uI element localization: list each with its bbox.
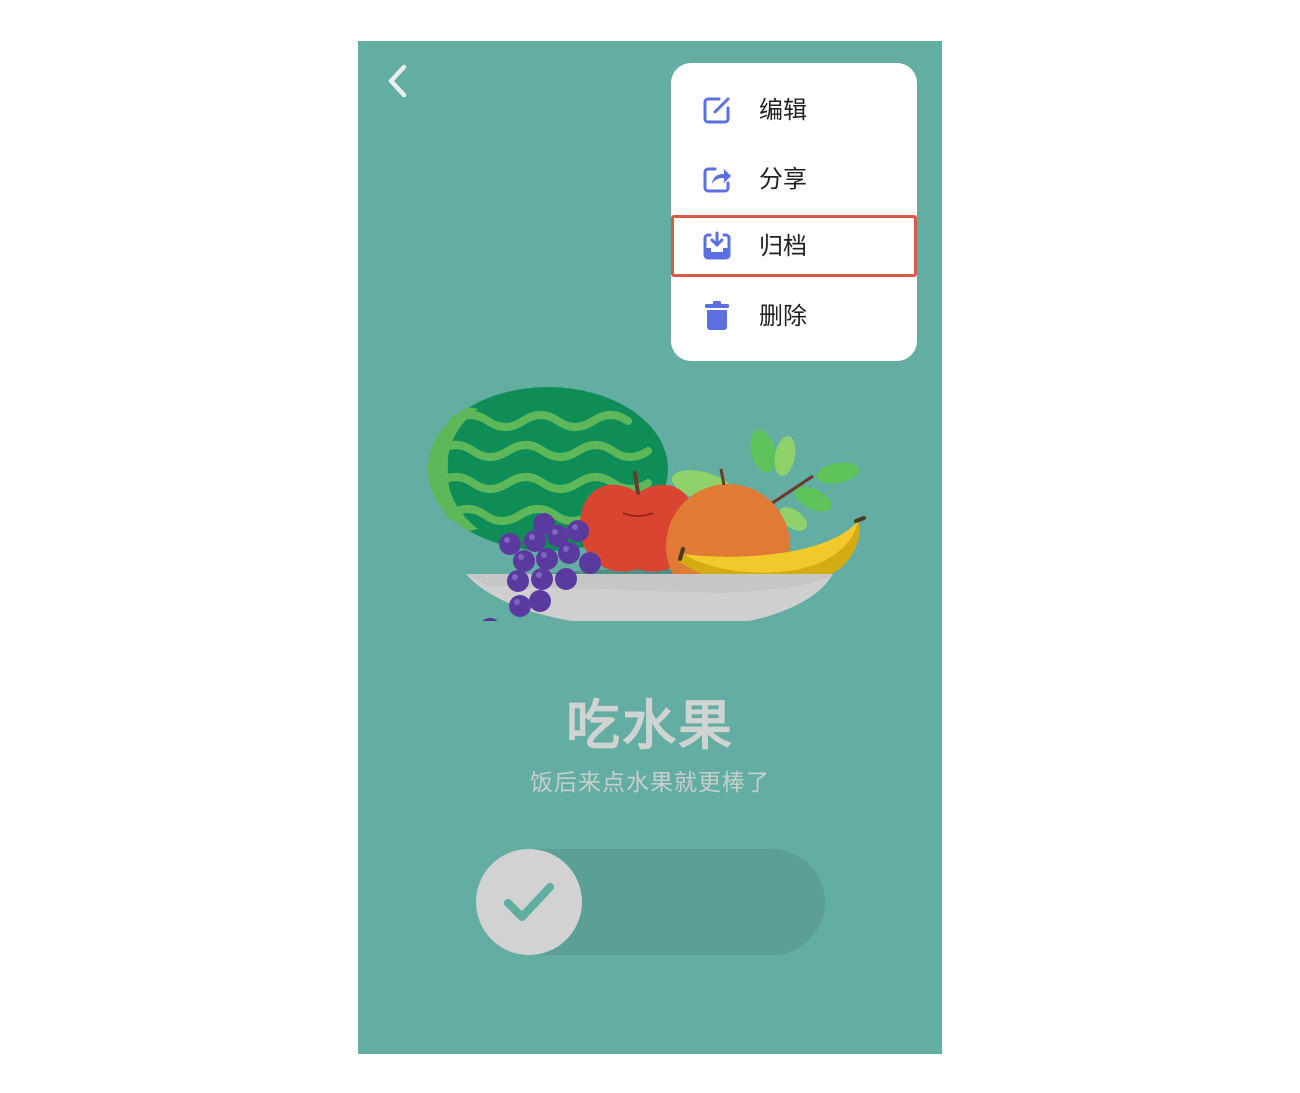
complete-toggle[interactable]: [476, 849, 825, 955]
menu-item-label: 删除: [759, 302, 807, 330]
habit-screen: 编辑 分享 归档 删除 吃水果 饭后来点水果就更棒了: [358, 41, 942, 1054]
chevron-left-icon: [388, 64, 407, 98]
habit-subtitle: 饭后来点水果就更棒了: [530, 770, 770, 796]
fruit-bowl-illustration: [427, 387, 866, 621]
check-icon: [504, 883, 554, 921]
menu-item-archive[interactable]: 归档: [671, 215, 917, 277]
menu-item-edit[interactable]: 编辑: [671, 79, 917, 141]
toggle-knob[interactable]: [476, 849, 582, 955]
habit-title: 吃水果: [566, 694, 734, 757]
trash-icon: [701, 300, 733, 332]
menu-item-label: 归档: [759, 232, 807, 260]
context-menu: 编辑 分享 归档 删除: [671, 63, 917, 361]
archive-icon: [701, 230, 733, 262]
menu-item-label: 编辑: [759, 96, 807, 124]
back-button[interactable]: [380, 61, 416, 101]
menu-item-share[interactable]: 分享: [671, 148, 917, 210]
edit-icon: [701, 94, 733, 126]
share-icon: [701, 163, 733, 195]
menu-item-label: 分享: [759, 165, 807, 193]
menu-item-delete[interactable]: 删除: [671, 285, 917, 347]
